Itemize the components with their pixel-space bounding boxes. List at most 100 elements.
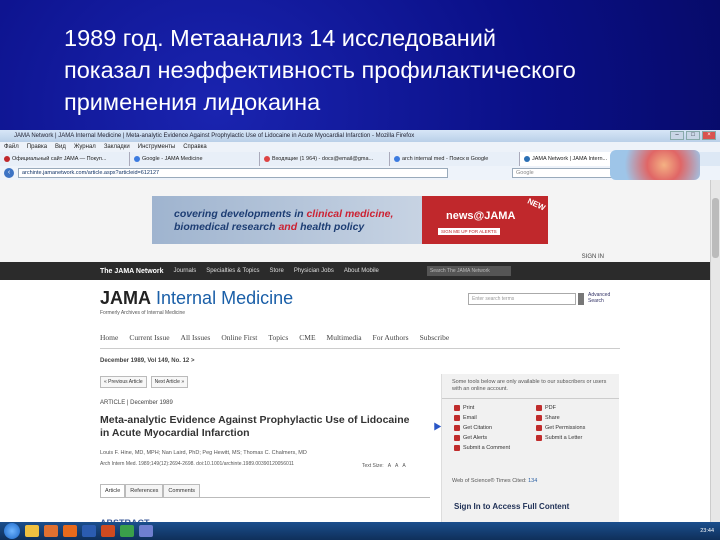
tool-label: Get Citation [463, 425, 493, 431]
slide-title-line-3: применения лидокаина [64, 89, 321, 115]
tool-label: Get Permissions [545, 425, 586, 431]
search-icon[interactable] [578, 293, 584, 305]
jnav-jobs[interactable]: Physician Jobs [294, 268, 334, 274]
text-size-medium-button[interactable]: A [395, 463, 398, 469]
nav-current-issue[interactable]: Current Issue [129, 333, 169, 348]
menu-history[interactable]: Журнал [74, 142, 96, 152]
previous-article-button[interactable]: « Previous Article [100, 376, 147, 388]
menu-file[interactable]: Файл [4, 142, 19, 152]
tab-label: Официальный сайт JAMA — Покуп... [12, 156, 107, 162]
share-button[interactable]: Share [536, 415, 618, 421]
tab-google-jama[interactable]: Google - JAMA Medicine [130, 152, 260, 166]
jama-network-brand[interactable]: The JAMA Network [100, 268, 164, 275]
network-search-input[interactable]: Search The JAMA Network [426, 266, 511, 276]
nav-subscribe[interactable]: Subscribe [420, 333, 450, 348]
text-size-small-button[interactable]: A [388, 463, 391, 469]
menu-help[interactable]: Справка [183, 142, 207, 152]
tab-gmail[interactable]: Входящие (1 964) - docs@email@gma... [260, 152, 390, 166]
url-input[interactable]: archinte.jamanetwork.com/article.aspx?ar… [18, 168, 448, 178]
issue-link[interactable]: December 1989, Vol 149, No. 12 > [100, 358, 194, 364]
scrollbar-thumb[interactable] [712, 198, 719, 258]
ad-signup-button[interactable]: SIGN ME UP FOR ALERTS [438, 228, 500, 235]
times-cited-label: Web of Science® Times Cited: [452, 478, 529, 484]
tab-article[interactable]: Article [100, 484, 126, 497]
journal-logo[interactable]: JAMA Internal Medicine [100, 288, 293, 309]
powerpoint-icon[interactable] [101, 525, 115, 537]
tool-label: Submit a Comment [463, 445, 511, 451]
app-icon[interactable] [120, 525, 134, 537]
tab-references[interactable]: References [125, 484, 164, 497]
tool-label: Print [463, 405, 475, 411]
text-size-large-button[interactable]: A [402, 463, 405, 469]
back-icon[interactable]: ‹ [4, 168, 14, 178]
jnav-specialties[interactable]: Specialties & Topics [206, 268, 259, 274]
jnav-store[interactable]: Store [269, 268, 283, 274]
menu-view[interactable]: Вид [55, 142, 66, 152]
article-tools-sidebar: Some tools below are only available to o… [441, 374, 619, 540]
slide-title-line-1: 1989 год. Метаанализ 14 исследований [64, 25, 497, 51]
article-title: Meta-analytic Evidence Against Prophylac… [100, 414, 410, 439]
tab-label: Входящие (1 964) - docs@email@gma... [272, 156, 374, 162]
tools-note: Some tools below are only available to o… [442, 374, 619, 399]
get-citation-button[interactable]: Get Citation [454, 425, 536, 431]
alerts-icon [454, 435, 460, 441]
explorer-icon[interactable] [25, 525, 39, 537]
tool-label: Submit a Letter [545, 435, 583, 441]
page-scrollbar[interactable] [710, 180, 720, 525]
ad-text-part: health policy [300, 221, 365, 233]
tab-google-search[interactable]: arch internal med - Поиск в Google [390, 152, 520, 166]
article-authors: Louis F. Hine, MD, MPH; Nan Laird, PhD; … [100, 450, 307, 456]
favicon-icon [394, 156, 400, 162]
nav-home[interactable]: Home [100, 333, 118, 348]
pdf-button[interactable]: PDF [536, 405, 618, 411]
app-icon[interactable] [139, 525, 153, 537]
tool-label: Email [463, 415, 477, 421]
windows-taskbar: 23:44 [0, 522, 720, 540]
minimize-icon[interactable]: – [670, 131, 684, 140]
menu-edit[interactable]: Правка [27, 142, 47, 152]
tab-label: arch internal med - Поиск в Google [402, 156, 489, 162]
close-icon[interactable]: × [702, 131, 716, 140]
nav-topics[interactable]: Topics [268, 333, 288, 348]
print-button[interactable]: Print [454, 405, 536, 411]
word-icon[interactable] [82, 525, 96, 537]
ad-text-part: and [278, 221, 301, 233]
maximize-icon[interactable]: □ [686, 131, 700, 140]
menu-bookmarks[interactable]: Закладки [104, 142, 130, 152]
favicon-icon [4, 156, 10, 162]
site-search-input[interactable]: Enter search terms [468, 293, 576, 305]
nav-for-authors[interactable]: For Authors [373, 333, 409, 348]
email-button[interactable]: Email [454, 415, 536, 421]
media-player-icon[interactable] [44, 525, 58, 537]
email-icon [454, 415, 460, 421]
nav-all-issues[interactable]: All Issues [181, 333, 211, 348]
tab-jama-official[interactable]: Официальный сайт JAMA — Покуп... [0, 152, 130, 166]
nav-cme[interactable]: CME [299, 333, 315, 348]
get-permissions-button[interactable]: Get Permissions [536, 425, 618, 431]
window-title: JAMA Network | JAMA Internal Medicine | … [14, 133, 415, 139]
nav-multimedia[interactable]: Multimedia [327, 333, 362, 348]
jnav-journals[interactable]: Journals [174, 268, 197, 274]
menu-tools[interactable]: Инструменты [138, 142, 175, 152]
article-citation: Arch Intern Med. 1989;149(12):2694-2698.… [100, 461, 294, 467]
times-cited-count[interactable]: 134 [528, 478, 537, 484]
sign-in-link[interactable]: SIGN IN [582, 254, 604, 260]
tab-comments[interactable]: Comments [163, 484, 201, 497]
get-alerts-button[interactable]: Get Alerts [454, 435, 536, 441]
firefox-icon[interactable] [63, 525, 77, 537]
nav-online-first[interactable]: Online First [221, 333, 257, 348]
next-article-button[interactable]: Next Article » [150, 376, 189, 388]
submit-letter-button[interactable]: Submit a Letter [536, 435, 618, 441]
start-button-icon[interactable] [4, 523, 20, 539]
ad-text-part: covering developments in [174, 208, 307, 220]
ad-text-part: biomedical research [174, 221, 279, 233]
sign-in-access-heading[interactable]: Sign In to Access Full Content [454, 502, 569, 511]
advertisement-banner[interactable]: covering developments in clinical medici… [152, 196, 548, 244]
submit-comment-button[interactable]: Submit a Comment [454, 445, 536, 451]
favicon-icon [134, 156, 140, 162]
ad-news-panel: news@JAMA SIGN ME UP FOR ALERTS NEW [422, 196, 548, 244]
taskbar-clock: 23:44 [700, 528, 714, 534]
advanced-search-link[interactable]: Advanced Search [588, 292, 618, 304]
jnav-about[interactable]: About Mobile [344, 268, 379, 274]
favicon-icon [264, 156, 270, 162]
